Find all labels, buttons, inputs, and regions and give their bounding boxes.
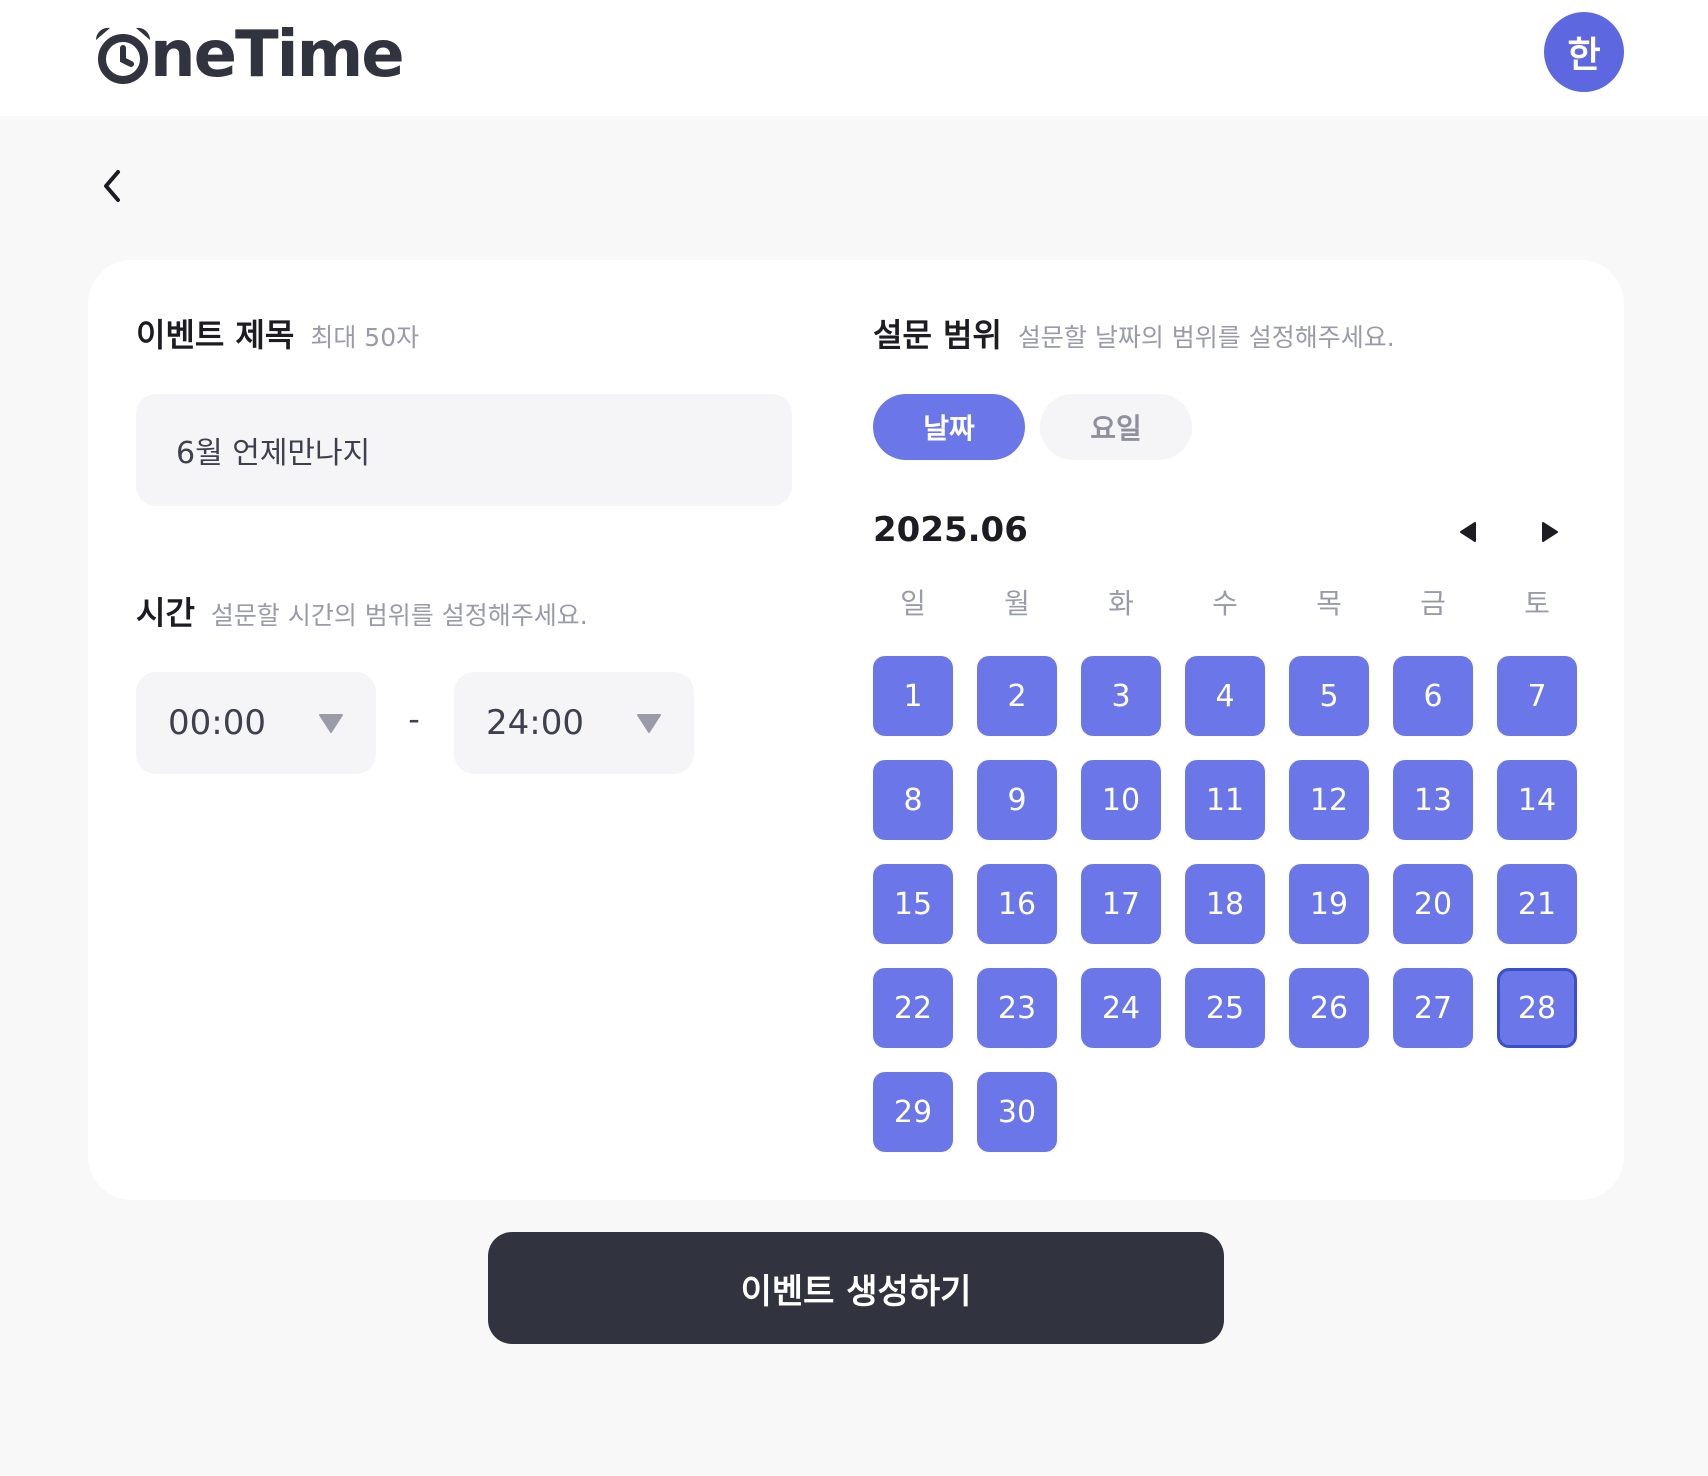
tab-date[interactable]: 날짜 [873,394,1025,460]
weekday-label: 일 [900,587,926,620]
dropdown-triangle-icon [637,714,661,733]
calendar-day[interactable]: 3 [1081,656,1161,736]
end-time-value: 24:00 [486,703,584,743]
calendar-day[interactable]: 24 [1081,968,1161,1048]
calendar-day[interactable]: 7 [1497,656,1577,736]
app-header: neTime 한 [0,0,1708,116]
tab-weekday[interactable]: 요일 [1040,394,1192,460]
calendar-day[interactable]: 30 [977,1072,1057,1152]
calendar-day[interactable]: 12 [1289,760,1369,840]
calendar-day[interactable]: 5 [1289,656,1369,736]
range-section-hint: 설문할 날짜의 범위를 설정해주세요. [1017,323,1395,352]
user-avatar[interactable]: 한 [1544,12,1624,92]
calendar-day[interactable]: 15 [873,864,953,944]
chevron-left-icon [104,170,120,202]
calendar-day[interactable]: 19 [1289,864,1369,944]
triangle-right-icon [1542,522,1558,542]
next-month-button[interactable] [1532,514,1568,550]
event-title-input[interactable] [136,394,792,506]
calendar-day[interactable]: 17 [1081,864,1161,944]
start-time-value: 00:00 [168,703,266,743]
prev-month-button[interactable] [1450,514,1486,550]
calendar-day[interactable]: 2 [977,656,1057,736]
calendar-day[interactable]: 29 [873,1072,953,1152]
time-range-separator: - [408,700,420,738]
calendar-day[interactable]: 20 [1393,864,1473,944]
range-section-header: 설문 범위 설문할 날짜의 범위를 설정해주세요. [873,310,1395,356]
calendar-day[interactable]: 21 [1497,864,1577,944]
triangle-left-icon [1460,522,1476,542]
event-form-card: 이벤트 제목 최대 50자 시간 설문할 시간의 범위를 설정해주세요. 00:… [88,260,1624,1200]
back-button[interactable] [92,164,132,208]
weekday-label: 월 [1004,587,1030,620]
calendar-day[interactable]: 8 [873,760,953,840]
title-section-hint: 최대 50자 [310,323,420,352]
calendar-day[interactable]: 1 [873,656,953,736]
time-section-hint: 설문할 시간의 범위를 설정해주세요. [210,601,588,630]
calendar-day[interactable]: 11 [1185,760,1265,840]
title-section-header: 이벤트 제목 최대 50자 [136,310,419,356]
calendar-day[interactable]: 25 [1185,968,1265,1048]
time-section-label: 시간 [136,594,195,632]
calendar-day[interactable]: 4 [1185,656,1265,736]
calendar-day[interactable]: 26 [1289,968,1369,1048]
weekday-label: 금 [1420,587,1446,620]
dropdown-triangle-icon [319,714,343,733]
calendar-day[interactable]: 27 [1393,968,1473,1048]
calendar-day[interactable]: 22 [873,968,953,1048]
create-event-button[interactable]: 이벤트 생성하기 [488,1232,1224,1344]
range-section-label: 설문 범위 [873,316,1002,354]
calendar-day[interactable]: 18 [1185,864,1265,944]
calendar-day[interactable]: 14 [1497,760,1577,840]
calendar-day[interactable]: 16 [977,864,1057,944]
calendar-day[interactable]: 6 [1393,656,1473,736]
calendar-month-label: 2025.06 [873,510,1028,550]
time-section-header: 시간 설문할 시간의 범위를 설정해주세요. [136,588,588,634]
calendar-day[interactable]: 13 [1393,760,1473,840]
weekday-label: 토 [1524,587,1550,620]
start-time-select[interactable]: 00:00 [136,672,376,774]
weekday-label: 화 [1108,587,1134,620]
calendar-day[interactable]: 23 [977,968,1057,1048]
onetime-logo[interactable]: neTime [92,18,405,92]
title-section-label: 이벤트 제목 [136,316,295,354]
calendar-day[interactable]: 28 [1497,968,1577,1048]
logo-text: neTime [150,18,405,92]
alarm-clock-icon [95,27,151,84]
avatar-initial: 한 [1567,35,1601,76]
weekday-label: 목 [1316,587,1342,620]
end-time-select[interactable]: 24:00 [454,672,694,774]
calendar-day[interactable]: 10 [1081,760,1161,840]
calendar-day[interactable]: 9 [977,760,1057,840]
weekday-label: 수 [1212,587,1238,620]
